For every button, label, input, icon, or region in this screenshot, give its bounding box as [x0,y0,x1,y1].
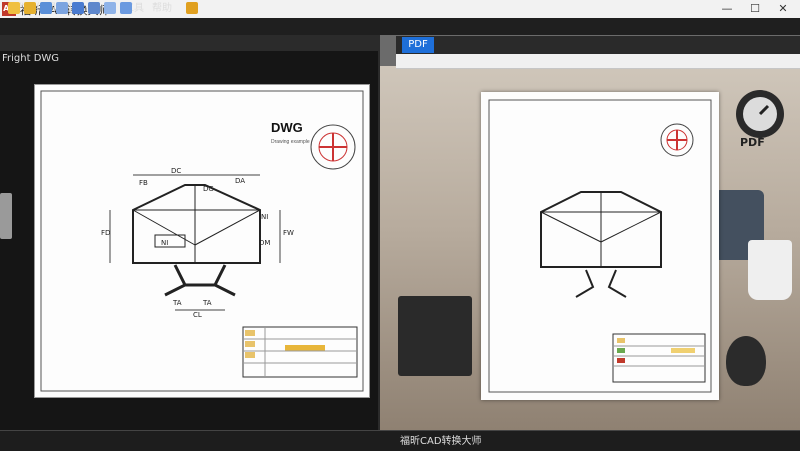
svg-text:TA: TA [202,299,212,307]
left-tab-label[interactable]: Fright DWG [2,52,59,66]
right-toolbar [396,54,800,69]
dwg-sheet: DWG Drawing example DC DA FB DG FD FW DM… [34,84,370,398]
svg-text:TA: TA [172,299,182,307]
pdf-sheet [481,92,719,400]
svg-text:NI: NI [261,213,268,221]
pdf-drawing [488,99,712,393]
svg-text:FD: FD [101,229,110,237]
menu-bar [0,18,800,35]
cup-image [748,240,792,300]
svg-text:DM: DM [259,239,270,247]
pdf-badge-label: PDF [740,136,765,149]
side-collapse-handle[interactable] [0,193,12,239]
mouse-image [726,336,766,386]
print-icon[interactable] [72,2,84,14]
keyboard-image [398,296,472,376]
layers-icon[interactable] [104,2,116,14]
svg-text:FB: FB [139,179,148,187]
svg-text:NI: NI [161,239,168,247]
close-button[interactable]: ✕ [772,2,794,16]
svg-text:CL: CL [193,311,202,319]
dwg-subtitle: Drawing example [271,139,310,145]
new-file-icon[interactable] [8,2,20,14]
svg-text:FW: FW [283,229,294,237]
save-icon[interactable] [40,2,52,14]
export-icon[interactable] [88,2,100,14]
settings-icon[interactable] [120,2,132,14]
open-folder-icon[interactable] [24,2,36,14]
minimize-button[interactable]: — [716,2,738,16]
right-tab-bar [396,36,800,54]
dwg-title: DWG [271,120,303,135]
svg-text:DA: DA [235,177,245,185]
svg-text:DG: DG [203,185,214,193]
maximize-button[interactable]: ☐ [744,2,766,16]
dwg-drawing: DWG Drawing example DC DA FB DG FD FW DM… [40,90,364,392]
status-app-name: 福昕CAD转换大师 [400,436,482,447]
tab-pdf[interactable]: PDF [402,37,434,53]
lock-icon[interactable] [186,2,198,14]
zoom-icon[interactable] [56,2,68,14]
svg-text:DC: DC [171,167,181,175]
menu-item-help[interactable]: 帮助 [148,1,176,16]
